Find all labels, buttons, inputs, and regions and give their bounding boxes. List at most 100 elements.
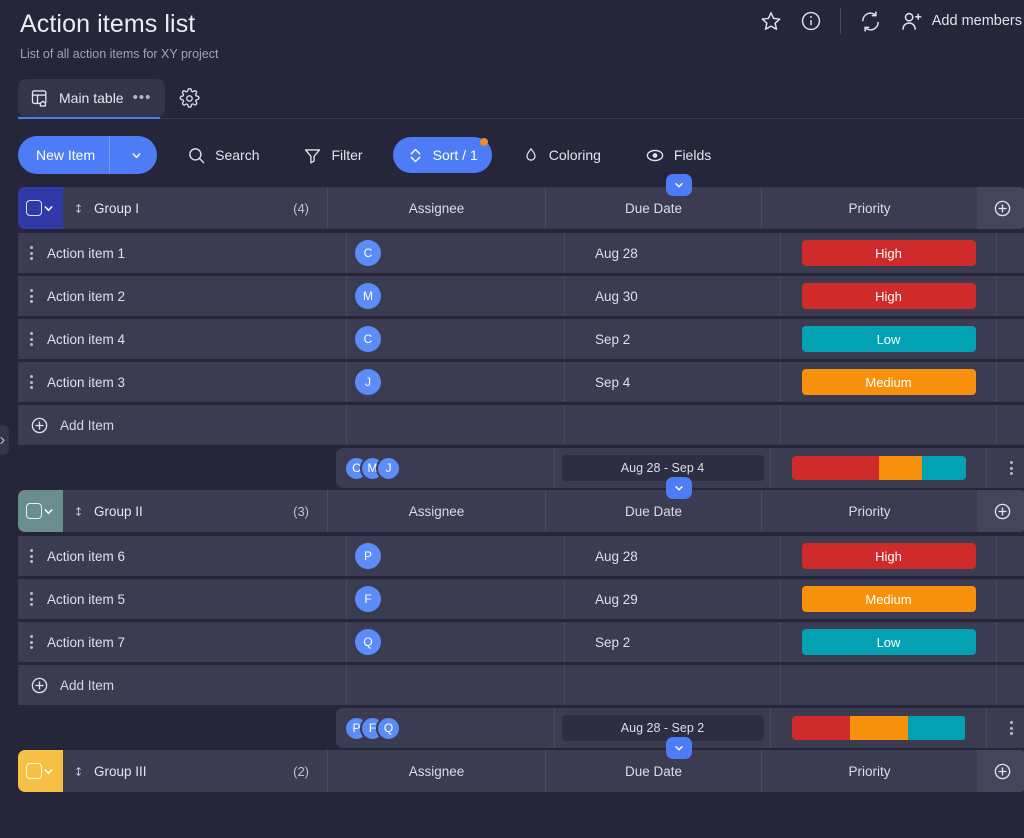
group-drag-handle-icon[interactable]: [73, 504, 84, 519]
row-due-date-cell[interactable]: Aug 29: [564, 579, 780, 619]
row-assignee-cell[interactable]: M: [346, 276, 564, 316]
status-badge[interactable]: High: [801, 543, 976, 569]
gear-icon[interactable]: [179, 87, 200, 109]
row-priority-cell[interactable]: High: [780, 233, 996, 273]
group-expand-icon[interactable]: [42, 765, 55, 778]
group-drag-handle-icon[interactable]: [73, 201, 84, 216]
row-due-date-cell[interactable]: Aug 28: [564, 536, 780, 576]
row-priority-cell[interactable]: Medium: [780, 362, 996, 402]
group-drag-handle-icon[interactable]: [73, 764, 84, 779]
row-menu-icon[interactable]: [1010, 461, 1013, 475]
add-column-button[interactable]: [977, 490, 1024, 532]
add-member-button[interactable]: Add members: [900, 10, 1022, 33]
table-row[interactable]: Action item 1 C Aug 28 High: [0, 233, 1024, 273]
column-header-assignee[interactable]: Assignee: [327, 750, 545, 792]
status-badge[interactable]: Low: [801, 326, 976, 352]
table-row[interactable]: Action item 4 C Sep 2 Low: [0, 319, 1024, 359]
table-row[interactable]: Action item 5 F Aug 29 Medium: [0, 579, 1024, 619]
group-select-cell[interactable]: [18, 490, 63, 532]
row-priority-cell[interactable]: High: [780, 276, 996, 316]
search-button[interactable]: Search: [173, 137, 273, 173]
row-due-date-cell[interactable]: Aug 28: [564, 233, 780, 273]
row-due-date-cell[interactable]: Sep 4: [564, 362, 780, 402]
avatar[interactable]: M: [355, 283, 381, 309]
row-assignee-cell[interactable]: C: [346, 233, 564, 273]
avatar[interactable]: J: [355, 369, 381, 395]
row-menu-icon[interactable]: [30, 332, 33, 346]
column-header-due-date[interactable]: Due Date: [545, 187, 761, 229]
row-menu-icon[interactable]: [30, 592, 33, 606]
row-assignee-cell[interactable]: P: [346, 536, 564, 576]
column-header-due-date[interactable]: Due Date: [545, 750, 761, 792]
group-collapse-toggle[interactable]: [666, 737, 692, 759]
tab-main-table[interactable]: Main table •••: [18, 79, 166, 117]
status-badge[interactable]: Medium: [801, 586, 976, 612]
column-header-assignee[interactable]: Assignee: [327, 490, 545, 532]
sidebar-expand-toggle[interactable]: [0, 425, 9, 455]
table-row[interactable]: Action item 6 P Aug 28 High: [0, 536, 1024, 576]
group-expand-icon[interactable]: [42, 202, 55, 215]
column-header-priority[interactable]: Priority: [761, 490, 977, 532]
filter-button[interactable]: Filter: [289, 137, 376, 173]
row-priority-cell[interactable]: Medium: [780, 579, 996, 619]
group-checkbox[interactable]: [26, 200, 42, 216]
column-header-assignee[interactable]: Assignee: [327, 187, 545, 229]
refresh-icon[interactable]: [859, 10, 882, 33]
row-due-date-cell[interactable]: Sep 2: [564, 622, 780, 662]
row-menu-icon[interactable]: [30, 549, 33, 563]
table-row[interactable]: Action item 7 Q Sep 2 Low: [0, 622, 1024, 662]
chevron-down-icon[interactable]: [124, 149, 149, 162]
avatar[interactable]: P: [355, 543, 381, 569]
group-checkbox[interactable]: [26, 503, 42, 519]
add-column-button[interactable]: [977, 187, 1024, 229]
sort-button[interactable]: Sort / 1: [392, 137, 492, 173]
add-column-button[interactable]: [977, 750, 1024, 792]
star-icon[interactable]: [760, 10, 782, 32]
row-tail-cell: [996, 319, 1024, 359]
add-item-row[interactable]: Add Item: [0, 665, 1024, 705]
row-assignee-cell[interactable]: J: [346, 362, 564, 402]
status-badge[interactable]: High: [801, 283, 976, 309]
avatar[interactable]: J: [376, 455, 401, 481]
status-badge[interactable]: Low: [801, 629, 976, 655]
group-checkbox[interactable]: [26, 763, 42, 779]
status-badge[interactable]: Medium: [801, 369, 976, 395]
avatar[interactable]: Q: [355, 629, 381, 655]
row-priority-cell[interactable]: Low: [780, 622, 996, 662]
row-assignee-cell[interactable]: F: [346, 579, 564, 619]
row-menu-icon[interactable]: [30, 635, 33, 649]
avatar[interactable]: C: [355, 240, 381, 266]
table-row[interactable]: Action item 2 M Aug 30 High: [0, 276, 1024, 316]
add-item-button[interactable]: Add Item: [18, 405, 346, 445]
add-item-row[interactable]: Add Item: [0, 405, 1024, 445]
row-due-date-cell[interactable]: Sep 2: [564, 319, 780, 359]
avatar[interactable]: C: [355, 326, 381, 352]
row-priority-cell[interactable]: Low: [780, 319, 996, 359]
table-row[interactable]: Action item 3 J Sep 4 Medium: [0, 362, 1024, 402]
column-header-priority[interactable]: Priority: [761, 187, 977, 229]
group-collapse-toggle[interactable]: [666, 477, 692, 499]
tab-more-icon[interactable]: •••: [133, 90, 152, 105]
row-priority-cell[interactable]: High: [780, 536, 996, 576]
group-select-cell[interactable]: [18, 750, 63, 792]
column-header-due-date[interactable]: Due Date: [545, 490, 761, 532]
group-select-cell[interactable]: [18, 187, 63, 229]
group-expand-icon[interactable]: [42, 505, 55, 518]
row-assignee-cell[interactable]: C: [346, 319, 564, 359]
info-icon[interactable]: [800, 10, 822, 32]
avatar[interactable]: Q: [376, 715, 401, 741]
new-item-button[interactable]: New Item: [18, 136, 158, 174]
add-item-button[interactable]: Add Item: [18, 665, 346, 705]
row-assignee-cell[interactable]: Q: [346, 622, 564, 662]
row-menu-icon[interactable]: [30, 246, 33, 260]
row-due-date-cell[interactable]: Aug 30: [564, 276, 780, 316]
coloring-button[interactable]: Coloring: [508, 137, 615, 173]
row-menu-icon[interactable]: [1010, 721, 1013, 735]
status-badge[interactable]: High: [801, 240, 976, 266]
column-header-priority[interactable]: Priority: [761, 750, 977, 792]
row-menu-icon[interactable]: [30, 289, 33, 303]
avatar[interactable]: F: [355, 586, 381, 612]
group-collapse-toggle[interactable]: [666, 174, 692, 196]
row-menu-icon[interactable]: [30, 375, 33, 389]
fields-button[interactable]: Fields: [631, 137, 725, 173]
